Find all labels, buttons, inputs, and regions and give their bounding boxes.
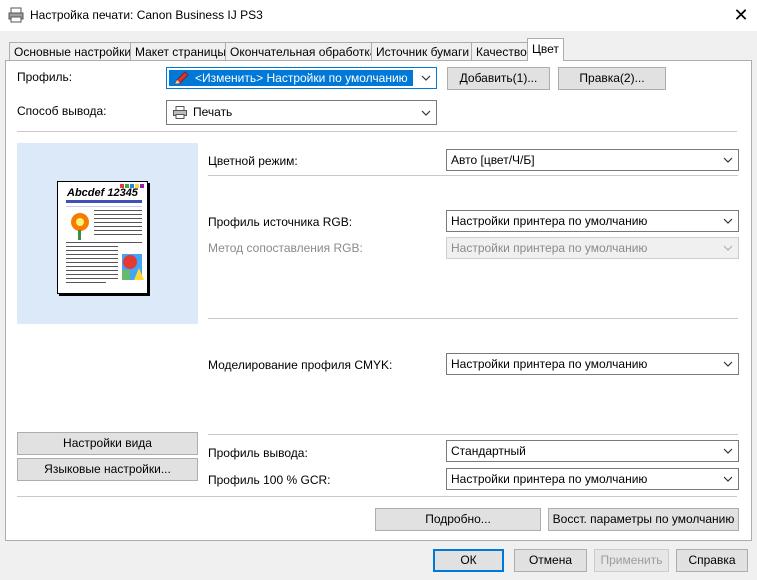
title-bar: Настройка печати: Canon Business IJ PS3 … bbox=[0, 0, 757, 31]
output-profile-label: Профиль вывода: bbox=[208, 446, 308, 460]
chevron-down-icon bbox=[723, 218, 733, 224]
color-mode-label: Цветной режим: bbox=[208, 154, 298, 168]
profile-label: Профиль: bbox=[17, 70, 73, 84]
chevron-down-icon bbox=[421, 110, 431, 116]
chevron-down-icon bbox=[723, 361, 733, 367]
tab-label: Цвет bbox=[532, 42, 559, 56]
tab-color[interactable]: Цвет bbox=[527, 38, 564, 61]
chevron-down-icon bbox=[723, 245, 733, 251]
window-title: Настройка печати: Canon Business IJ PS3 bbox=[30, 8, 263, 22]
gcr-profile-select[interactable]: Настройки принтера по умолчанию bbox=[446, 468, 739, 490]
preview-document: Abcdef 12345 bbox=[57, 181, 148, 294]
tab-label: Окончательная обработка bbox=[230, 45, 377, 59]
ok-button[interactable]: ОК bbox=[433, 549, 504, 572]
cmyk-simulation-value: Настройки принтера по умолчанию bbox=[451, 357, 648, 371]
gcr-profile-value: Настройки принтера по умолчанию bbox=[451, 472, 648, 486]
details-button[interactable]: Подробно... bbox=[375, 508, 541, 531]
tab-label: Качество bbox=[476, 45, 527, 59]
chevron-down-icon bbox=[723, 476, 733, 482]
view-settings-button[interactable]: Настройки вида bbox=[17, 432, 198, 455]
restore-defaults-button[interactable]: Восст. параметры по умолчанию bbox=[548, 508, 739, 531]
pencil-icon bbox=[174, 71, 189, 85]
color-mode-value: Авто [цвет/Ч/Б] bbox=[451, 153, 535, 167]
output-method-value: Печать bbox=[193, 105, 233, 119]
tab-finishing[interactable]: Окончательная обработка bbox=[225, 42, 382, 60]
cmyk-simulation-select[interactable]: Настройки принтера по умолчанию bbox=[446, 353, 739, 375]
rgb-matching-value: Настройки принтера по умолчанию bbox=[451, 241, 648, 255]
help-button[interactable]: Справка bbox=[676, 549, 748, 572]
tab-paper-source[interactable]: Источник бумаги bbox=[371, 42, 475, 60]
profile-select[interactable]: <Изменить> Настройки по умолчанию bbox=[166, 67, 437, 89]
profile-value: <Изменить> Настройки по умолчанию bbox=[195, 71, 408, 85]
tab-page-layout[interactable]: Макет страницы bbox=[130, 42, 231, 60]
tab-basic[interactable]: Основные настройки bbox=[9, 42, 137, 60]
chevron-down-icon bbox=[723, 157, 733, 163]
apply-button: Применить bbox=[594, 549, 669, 572]
rgb-source-value: Настройки принтера по умолчанию bbox=[451, 214, 648, 228]
close-icon[interactable]: ✕ bbox=[728, 2, 754, 28]
rgb-matching-label: Метод сопоставления RGB: bbox=[208, 241, 363, 255]
printer-icon bbox=[8, 7, 24, 23]
output-profile-select[interactable]: Стандартный bbox=[446, 440, 739, 462]
chevron-down-icon bbox=[723, 448, 733, 454]
add-profile-button[interactable]: Добавить(1)... bbox=[447, 67, 550, 90]
cmyk-simulation-label: Моделирование профиля CMYK: bbox=[208, 358, 393, 372]
output-method-label: Способ вывода: bbox=[17, 104, 107, 118]
separator bbox=[208, 434, 738, 435]
rgb-source-label: Профиль источника RGB: bbox=[208, 215, 353, 229]
separator bbox=[17, 496, 737, 497]
gcr-profile-label: Профиль 100 % GCR: bbox=[208, 473, 331, 487]
tab-label: Основные настройки bbox=[14, 45, 132, 59]
tab-label: Источник бумаги bbox=[376, 45, 470, 59]
separator bbox=[208, 318, 738, 319]
printer-icon bbox=[173, 106, 187, 119]
tab-quality[interactable]: Качество bbox=[471, 42, 532, 60]
preview-document-art bbox=[66, 184, 144, 283]
rgb-matching-select: Настройки принтера по умолчанию bbox=[446, 237, 739, 259]
edit-profile-button[interactable]: Правка(2)... bbox=[558, 67, 666, 90]
separator bbox=[208, 175, 738, 176]
output-profile-value: Стандартный bbox=[451, 444, 526, 458]
chevron-down-icon bbox=[421, 75, 431, 81]
cancel-button[interactable]: Отмена bbox=[514, 549, 587, 572]
rgb-source-select[interactable]: Настройки принтера по умолчанию bbox=[446, 210, 739, 232]
color-mode-select[interactable]: Авто [цвет/Ч/Б] bbox=[446, 149, 739, 171]
output-method-select[interactable]: Печать bbox=[166, 100, 437, 125]
language-settings-button[interactable]: Языковые настройки... bbox=[17, 458, 198, 481]
separator bbox=[17, 131, 737, 132]
tab-label: Макет страницы bbox=[135, 45, 226, 59]
